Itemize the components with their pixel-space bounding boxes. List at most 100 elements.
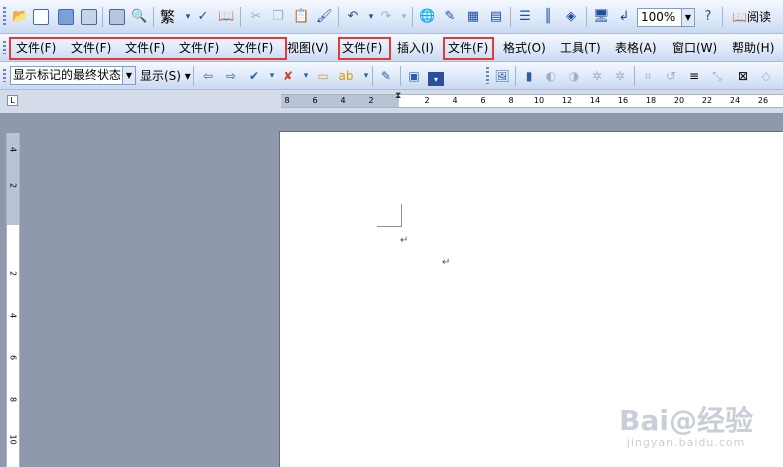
menu-window[interactable]: 窗口(W) [672, 38, 717, 58]
next-change-icon[interactable]: ⇨ [223, 68, 239, 84]
menu-file-7[interactable]: 文件(F) [448, 38, 488, 58]
print-preview-icon[interactable]: 🔍 [131, 9, 147, 25]
menu-view[interactable]: 视图(V) [287, 38, 329, 58]
toolbar-grip[interactable] [486, 67, 489, 84]
paste-icon[interactable]: 📋 [293, 9, 309, 25]
color-icon[interactable]: ▮ [521, 68, 537, 84]
menu-file-3[interactable]: 文件(F) [125, 38, 165, 58]
research-icon[interactable]: 📖 [218, 9, 234, 25]
copy-icon[interactable]: ❐ [270, 9, 286, 25]
read-mode-button[interactable]: 📖阅读 [732, 9, 771, 25]
show-menu-button[interactable]: 显示(S) ▾ [140, 66, 191, 86]
toolbar-grip[interactable] [3, 69, 6, 82]
spelling-icon[interactable]: ✓ [195, 9, 211, 25]
save-icon[interactable] [58, 9, 74, 25]
tab-selector[interactable]: L [7, 95, 18, 106]
chevron-down-icon[interactable]: ▼ [681, 9, 694, 26]
ruler-tick-label: 2 [368, 96, 374, 105]
toolbar-options-icon[interactable]: ▾ [428, 72, 444, 86]
insert-excel-icon[interactable]: ▤ [488, 9, 504, 25]
line-style-icon[interactable]: ≡ [686, 68, 702, 84]
margin-crop-mark [377, 204, 402, 227]
track-changes-icon[interactable]: ✎ [378, 68, 394, 84]
reject-change-icon[interactable]: ✘ [280, 68, 296, 84]
ruler-tick-label: 16 [617, 96, 629, 105]
hyperlink-icon[interactable]: 🌐 [419, 9, 435, 25]
markup-display-value: 显示标记的最终状态 [13, 68, 122, 82]
format-picture-icon[interactable]: ◇ [758, 68, 774, 84]
menubar-grip[interactable] [3, 41, 6, 54]
ruler-tick-label: 4 [340, 96, 346, 105]
ruler-tick-label: 2 [8, 182, 18, 189]
columns-icon[interactable]: ☰ [517, 9, 533, 25]
vertical-ruler[interactable]: 4 2 2 4 6 8 10 [6, 133, 20, 467]
help-icon[interactable]: ? [700, 9, 716, 25]
menu-help[interactable]: 帮助(H) [732, 38, 774, 58]
reject-dropdown-icon[interactable]: ▾ [298, 68, 314, 84]
open-icon[interactable]: 📂 [12, 9, 28, 25]
accept-change-icon[interactable]: ✔ [246, 68, 262, 84]
menu-file-4[interactable]: 文件(F) [179, 38, 219, 58]
ruler-tick-label: 20 [673, 96, 685, 105]
watermark-url: jingyan.baidu.com [626, 436, 746, 449]
ruler-tick-label: 4 [452, 96, 458, 105]
document-map-icon[interactable]: ◈ [563, 9, 579, 25]
permission-icon[interactable] [81, 9, 97, 25]
zoom-combo[interactable]: 100% ▼ [637, 8, 695, 27]
ruler-area: L 8 6 4 2 2 4 6 8 10 12 14 16 18 20 22 24 26 ⧗ [0, 90, 783, 113]
ruler-tick-label: 8 [508, 96, 514, 105]
menu-bar: 文件(F) 文件(F) 文件(F) 文件(F) 文件(F) 视图(V) 文件(F… [0, 34, 783, 62]
horizontal-ruler[interactable]: 8 6 4 2 2 4 6 8 10 12 14 16 18 20 22 24 26 ⧗ [281, 91, 783, 108]
paragraph-mark: ↵ [400, 235, 409, 246]
ruler-tick-label: 8 [284, 96, 290, 105]
markup-display-combo[interactable]: 显示标记的最终状态 ▼ [10, 66, 136, 85]
accept-dropdown-icon[interactable]: ▾ [264, 68, 280, 84]
dropdown-arrow-icon[interactable]: ▾ [180, 9, 196, 25]
insert-picture-icon[interactable]: 🖼 [494, 68, 510, 84]
reviewing-pane-icon[interactable]: ▣ [406, 68, 422, 84]
print-icon[interactable] [109, 9, 125, 25]
crop-icon[interactable]: ⌗ [640, 68, 656, 84]
ruler-tick-label: 24 [729, 96, 741, 105]
format-painter-icon[interactable]: 🖌 [316, 9, 333, 25]
insert-table-icon[interactable]: ▦ [465, 9, 481, 25]
undo-dropdown-icon[interactable]: ▾ [363, 9, 379, 25]
ruler-tick-label: 22 [701, 96, 713, 105]
rotate-icon[interactable]: ↺ [663, 68, 679, 84]
more-brightness-icon[interactable]: ✲ [589, 68, 605, 84]
highlight-icon[interactable]: ab [338, 68, 354, 84]
menu-file-2[interactable]: 文件(F) [71, 38, 111, 58]
undo-icon[interactable]: ↶ [345, 9, 361, 25]
show-hide-icon[interactable]: 🖥 [593, 9, 610, 25]
ruler-tick-label: 6 [8, 354, 18, 361]
compress-icon[interactable]: ⤡ [709, 68, 725, 84]
menu-table[interactable]: 表格(A) [615, 38, 657, 58]
menu-format[interactable]: 格式(O) [503, 38, 546, 58]
traditional-chinese-button[interactable]: 繁 [160, 8, 175, 26]
drawing-icon[interactable]: ║ [540, 9, 556, 25]
menu-tools[interactable]: 工具(T) [560, 38, 601, 58]
tables-borders-icon[interactable]: ✎ [442, 9, 458, 25]
menu-insert[interactable]: 插入(I) [397, 38, 434, 58]
redo-dropdown-icon[interactable]: ▾ [396, 9, 412, 25]
less-brightness-icon[interactable]: ✲ [612, 68, 628, 84]
insert-comment-icon[interactable]: ▭ [315, 68, 331, 84]
more-contrast-icon[interactable]: ◐ [543, 68, 559, 84]
chevron-down-icon[interactable]: ▼ [122, 67, 135, 84]
previous-change-icon[interactable]: ⇦ [200, 68, 216, 84]
cut-icon[interactable]: ✂ [248, 9, 264, 25]
ruler-tick-label: 8 [8, 396, 18, 403]
indent-marker-icon[interactable]: ⧗ [395, 91, 401, 101]
menu-file-6[interactable]: 文件(F) [342, 38, 382, 58]
toolbar-grip[interactable] [3, 7, 6, 26]
ruler-tick-label: 2 [8, 270, 18, 277]
menu-file-5[interactable]: 文件(F) [233, 38, 273, 58]
less-contrast-icon[interactable]: ◑ [566, 68, 582, 84]
text-wrapping-icon[interactable]: ⊠ [735, 68, 751, 84]
new-document-icon[interactable] [33, 9, 49, 25]
watermark: Bai@经验 jingyan.baidu.com [619, 406, 753, 450]
menu-file-1[interactable]: 文件(F) [16, 38, 56, 58]
redo-icon[interactable]: ↷ [378, 9, 394, 25]
paragraph-mark-icon[interactable]: ↲ [616, 9, 632, 25]
ruler-tick-label: 2 [424, 96, 430, 105]
